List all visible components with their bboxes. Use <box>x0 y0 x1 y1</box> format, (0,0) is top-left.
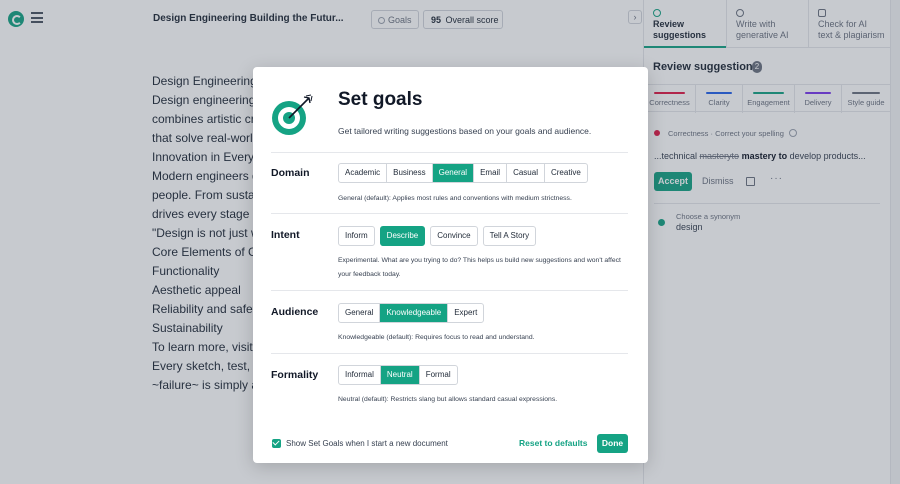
formality-option-informal[interactable]: Informal <box>339 366 381 384</box>
divider <box>271 213 628 214</box>
intent-selector: Inform Describe Convince Tell A Story <box>338 226 537 246</box>
domain-option-casual[interactable]: Casual <box>507 164 545 182</box>
intent-description: Experimental. What are you trying to do?… <box>338 257 621 278</box>
show-goals-label: Show Set Goals when I start a new docume… <box>286 439 448 448</box>
formality-selector: Informal Neutral Formal <box>338 365 458 385</box>
domain-selector: Academic Business General Email Casual Creati… <box>338 163 588 183</box>
intent-label: Intent <box>271 229 300 241</box>
domain-description: General (default): Applies most rules an… <box>338 195 572 202</box>
domain-option-academic[interactable]: Academic <box>339 164 388 182</box>
domain-option-email[interactable]: Email <box>474 164 508 182</box>
domain-option-business[interactable]: Business <box>387 164 433 182</box>
audience-option-expert[interactable]: Expert <box>448 304 483 322</box>
formality-description: Neutral (default): Restricts slang but a… <box>338 396 558 403</box>
dialog-title: Set goals <box>338 89 423 110</box>
domain-option-creative[interactable]: Creative <box>545 164 587 182</box>
reset-defaults-button[interactable]: Reset to defaults <box>519 438 588 448</box>
done-button[interactable]: Done <box>597 434 628 453</box>
divider <box>271 290 628 291</box>
audience-selector: General Knowledgeable Expert <box>338 303 485 323</box>
target-arrow-icon <box>272 94 313 135</box>
domain-option-general[interactable]: General <box>432 164 475 182</box>
formality-option-neutral[interactable]: Neutral <box>380 366 420 384</box>
show-goals-checkbox[interactable] <box>272 439 281 448</box>
divider <box>271 353 628 354</box>
audience-option-knowledgeable[interactable]: Knowledgeable <box>380 304 449 322</box>
intent-option-convince[interactable]: Convince <box>430 226 478 246</box>
audience-option-general[interactable]: General <box>339 304 381 322</box>
audience-label: Audience <box>271 306 319 318</box>
intent-option-tell-a-story[interactable]: Tell A Story <box>482 226 537 246</box>
audience-description: Knowledgeable (default): Requires focus … <box>338 334 535 341</box>
formality-label: Formality <box>271 369 319 381</box>
dialog-subtitle: Get tailored writing suggestions based o… <box>338 126 592 136</box>
domain-label: Domain <box>271 167 310 179</box>
intent-option-describe[interactable]: Describe <box>379 226 426 246</box>
formality-option-formal[interactable]: Formal <box>420 366 457 384</box>
set-goals-dialog: Set goals Get tailored writing suggestio… <box>253 67 648 463</box>
intent-option-inform[interactable]: Inform <box>338 226 375 246</box>
divider <box>271 152 628 153</box>
